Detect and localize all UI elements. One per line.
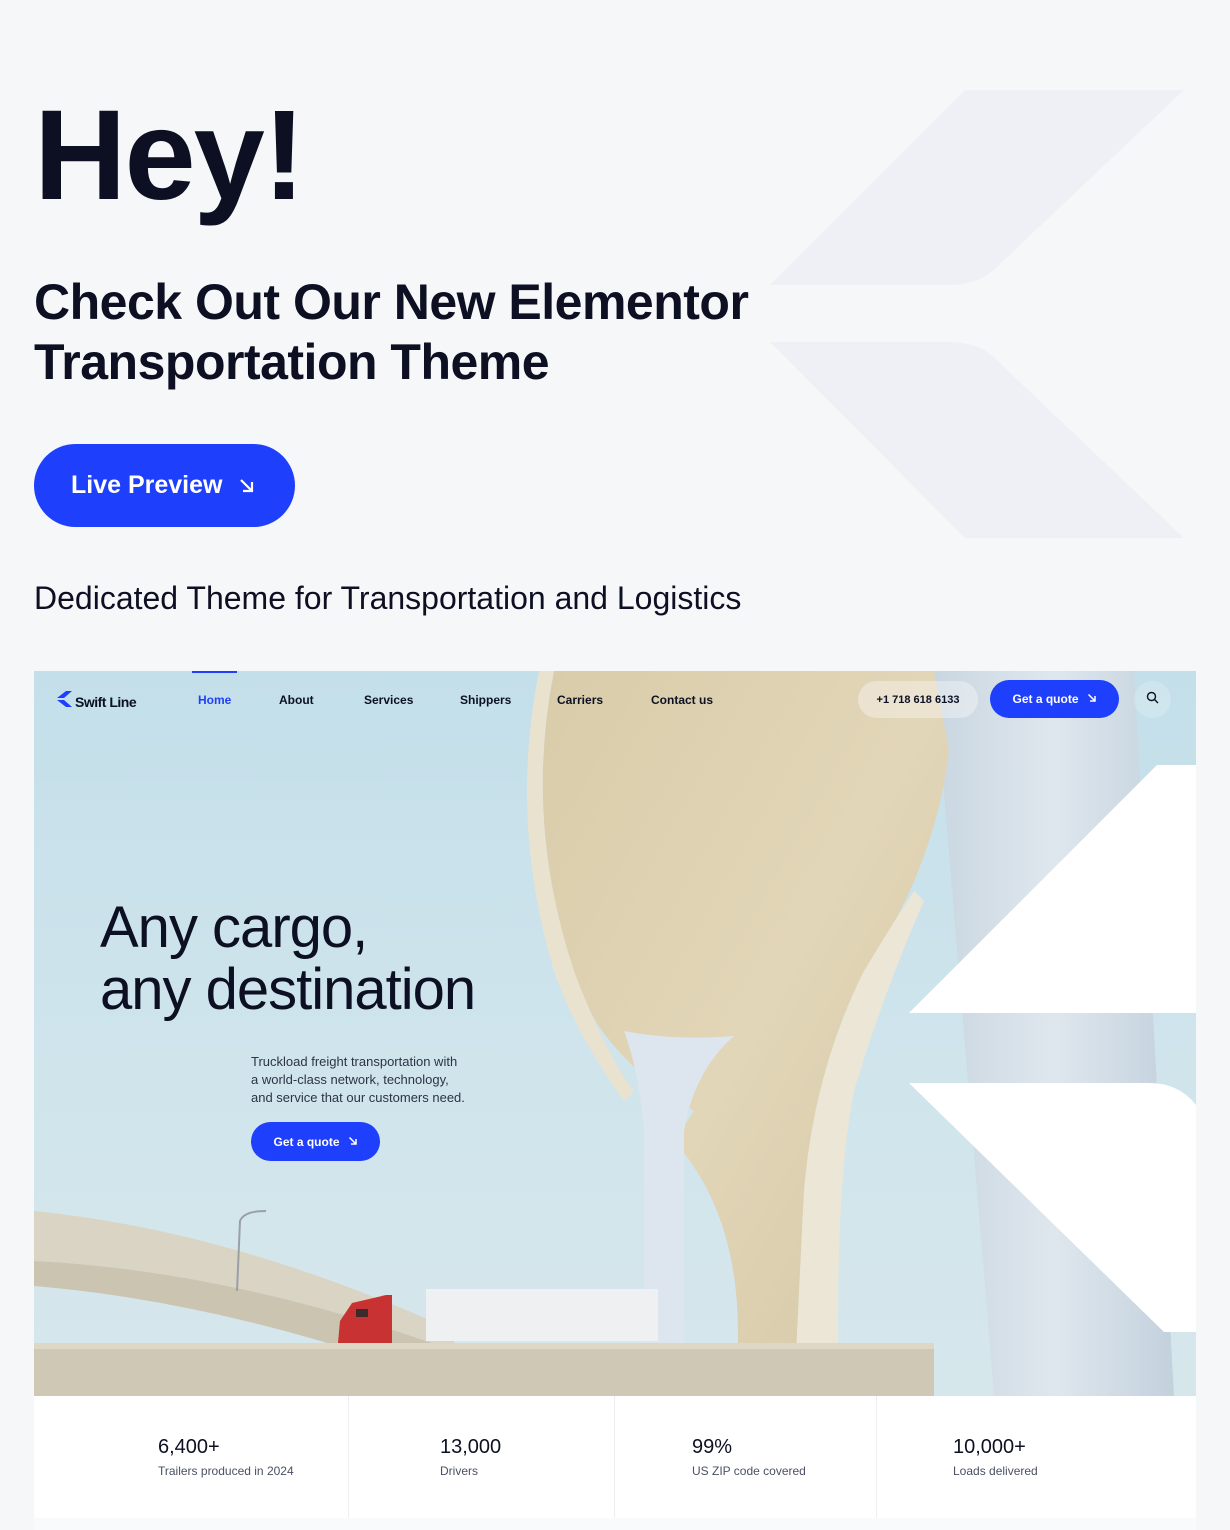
background-logo-chevron xyxy=(770,90,1184,538)
arrow-down-right-icon xyxy=(1087,692,1097,706)
stat-label: US ZIP code covered xyxy=(692,1464,806,1478)
promo-subtitle: Dedicated Theme for Transportation and L… xyxy=(34,580,742,616)
search-button[interactable] xyxy=(1134,681,1171,718)
preview-navbar: Swift Line Home About Services Shippers … xyxy=(34,671,1196,729)
nav-item-about[interactable]: About xyxy=(279,693,314,707)
stat-item: 99% US ZIP code covered xyxy=(615,1396,877,1518)
hero-description-line-1: Truckload freight transportation with xyxy=(251,1054,458,1069)
stats-bottom-edge xyxy=(34,1518,1196,1530)
search-icon xyxy=(1146,691,1159,709)
stat-item: 13,000 Drivers xyxy=(349,1396,615,1518)
hero-title: Any cargo, any destination xyxy=(100,895,476,1022)
stats-bar: 6,400+ Trailers produced in 2024 13,000 … xyxy=(34,1396,1196,1518)
arrow-down-right-icon xyxy=(348,1135,358,1149)
stat-label: Trailers produced in 2024 xyxy=(158,1464,294,1478)
headline-line-2: Transportation Theme xyxy=(34,334,550,390)
nav-item-home[interactable]: Home xyxy=(198,693,231,707)
live-preview-label: Live Preview xyxy=(71,471,223,499)
hero-title-line-1: Any cargo, xyxy=(100,895,368,960)
phone-number-button[interactable]: +1 718 618 6133 xyxy=(858,681,978,718)
get-quote-label: Get a quote xyxy=(1012,692,1079,706)
hero-logo-chevron xyxy=(909,765,1196,1332)
brand-logo[interactable]: Swift Line xyxy=(57,691,137,712)
stat-value: 13,000 xyxy=(440,1436,502,1458)
stat-value: 99% xyxy=(692,1436,733,1458)
nav-get-quote-button[interactable]: Get a quote xyxy=(990,680,1119,718)
stat-item: 10,000+ Loads delivered xyxy=(877,1396,1196,1518)
stat-value: 6,400+ xyxy=(158,1436,220,1458)
stat-item: 6,400+ Trailers produced in 2024 xyxy=(34,1396,349,1518)
hero-cta-label: Get a quote xyxy=(273,1134,340,1149)
active-nav-indicator xyxy=(192,671,237,673)
nav-item-services[interactable]: Services xyxy=(364,693,413,707)
brand-name: Swift Line xyxy=(75,693,137,710)
hero-description-line-2: a world-class network, technology, xyxy=(251,1072,449,1087)
nav-item-carriers[interactable]: Carriers xyxy=(557,693,603,707)
swift-line-logo-icon xyxy=(57,691,73,712)
stat-label: Drivers xyxy=(440,1464,478,1478)
hero-title-line-2: any destination xyxy=(100,957,476,1022)
live-preview-button[interactable]: Live Preview xyxy=(34,444,295,527)
hero-description-line-3: and service that our customers need. xyxy=(251,1090,465,1105)
nav-item-contact-us[interactable]: Contact us xyxy=(651,693,713,707)
promo-headline: Check Out Our New Elementor Transportati… xyxy=(34,272,749,392)
stat-label: Loads delivered xyxy=(953,1464,1038,1478)
greeting-heading: Hey! xyxy=(34,84,305,227)
arrow-down-right-icon xyxy=(238,477,256,495)
nav-item-shippers[interactable]: Shippers xyxy=(460,693,511,707)
hero-description: Truckload freight transportation with a … xyxy=(251,1053,491,1107)
theme-preview[interactable]: Swift Line Home About Services Shippers … xyxy=(34,671,1196,1396)
hero-get-quote-button[interactable]: Get a quote xyxy=(251,1122,380,1161)
headline-line-1: Check Out Our New Elementor xyxy=(34,274,749,330)
stat-value: 10,000+ xyxy=(953,1436,1026,1458)
